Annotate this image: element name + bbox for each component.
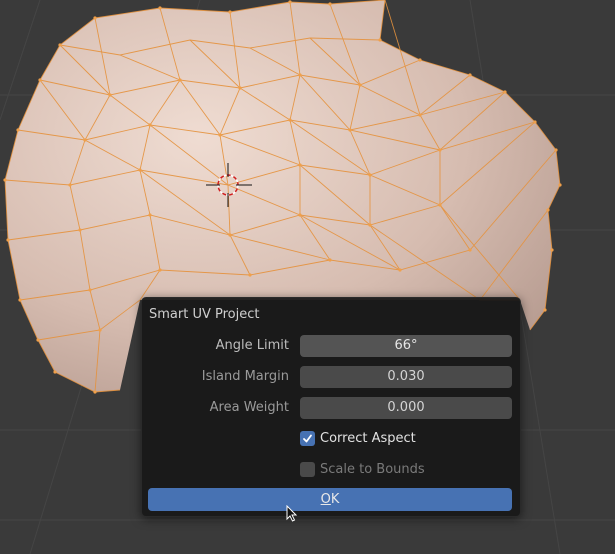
mouse-pointer-icon bbox=[286, 505, 298, 522]
correct-aspect-label: Correct Aspect bbox=[320, 430, 416, 446]
scale-to-bounds-label: Scale to Bounds bbox=[320, 461, 425, 477]
checkmark-icon bbox=[303, 434, 312, 442]
angle-limit-field[interactable]: 66° bbox=[300, 335, 512, 357]
island-margin-field[interactable]: 0.030 bbox=[300, 366, 512, 388]
ok-label-rest: K bbox=[330, 492, 340, 507]
dialog-title: Smart UV Project bbox=[149, 307, 260, 322]
scale-to-bounds-checkbox[interactable] bbox=[300, 461, 315, 477]
island-margin-label: Island Margin bbox=[201, 369, 289, 384]
scale-to-bounds-row[interactable]: Scale to Bounds bbox=[300, 460, 425, 478]
correct-aspect-checkbox[interactable] bbox=[300, 430, 315, 446]
smart-uv-project-dialog: Smart UV Project Angle Limit 66° Island … bbox=[141, 297, 521, 517]
correct-aspect-row[interactable]: Correct Aspect bbox=[300, 429, 416, 447]
area-weight-field[interactable]: 0.000 bbox=[300, 397, 512, 419]
angle-limit-label: Angle Limit bbox=[215, 338, 289, 353]
area-weight-label: Area Weight bbox=[209, 400, 289, 415]
ok-button[interactable]: OK bbox=[148, 488, 512, 511]
ok-mnemonic: O bbox=[320, 492, 331, 507]
